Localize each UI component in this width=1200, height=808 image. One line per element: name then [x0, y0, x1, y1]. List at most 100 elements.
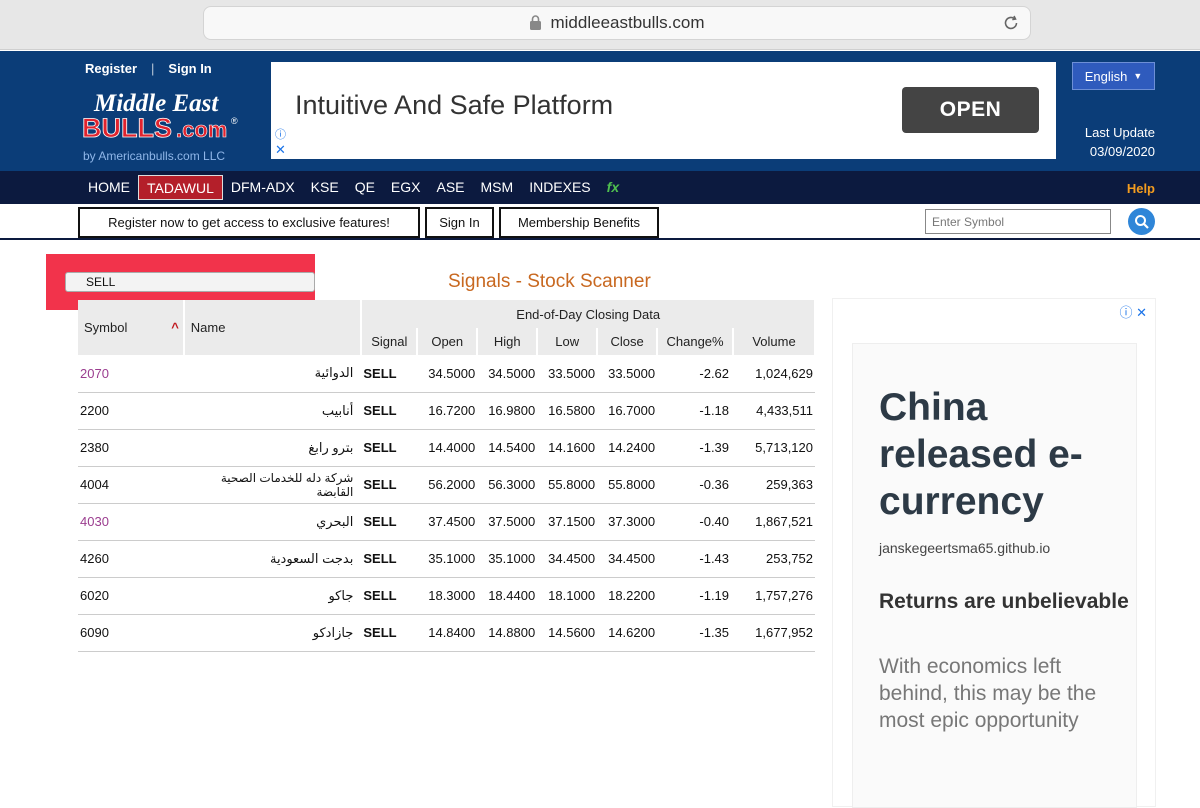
cell-name: شركة دله للخدمات الصحية القابضة — [183, 466, 362, 504]
header-close[interactable]: Close — [597, 328, 659, 355]
table-row[interactable]: 4004 شركة دله للخدمات الصحية القابضة SEL… — [78, 466, 815, 504]
language-label: English — [1084, 68, 1128, 84]
table-row[interactable]: 6020 جاكو SELL 18.3000 18.4400 18.1000 1… — [78, 577, 815, 615]
membership-benefits-button[interactable]: Membership Benefits — [499, 207, 659, 238]
sort-up-icon[interactable]: ^ — [171, 320, 179, 335]
nav-kse[interactable]: KSE — [303, 175, 347, 200]
header-signal[interactable]: Signal — [361, 328, 419, 355]
url-text: middleeastbulls.com — [550, 13, 705, 32]
header-low[interactable]: Low — [537, 328, 599, 355]
nav-dfm-adx[interactable]: DFM-ADX — [223, 175, 303, 200]
table-row[interactable]: 2070 الدوائية SELL 34.5000 34.5000 33.50… — [78, 355, 815, 393]
cell-symbol[interactable]: 2380 — [78, 429, 184, 467]
nav-indexes[interactable]: INDEXES — [521, 175, 598, 200]
cell-symbol[interactable]: 2200 — [78, 392, 184, 430]
register-promo-button[interactable]: Register now to get access to exclusive … — [78, 207, 420, 238]
side-ad[interactable]: ⓘ ✕ China released e-currency janskegeer… — [832, 298, 1156, 808]
cell-high: 14.5400 — [477, 429, 538, 467]
account-links: Register | Sign In — [85, 61, 212, 76]
svg-text:by Americanbulls.com LLC: by Americanbulls.com LLC — [83, 149, 225, 163]
last-update: Last Update 03/09/2020 — [1085, 123, 1155, 161]
cell-high: 37.5000 — [477, 503, 538, 541]
search-icon — [1134, 214, 1149, 229]
reload-icon[interactable] — [1002, 14, 1020, 32]
cell-open: 35.1000 — [417, 540, 478, 578]
cell-high: 16.9800 — [477, 392, 538, 430]
table-row[interactable]: 6090 جازادكو SELL 14.8400 14.8800 14.560… — [78, 614, 815, 652]
header-volume[interactable]: Volume — [733, 328, 816, 355]
cell-signal: SELL — [361, 577, 418, 615]
help-link[interactable]: Help — [1127, 181, 1155, 196]
nav-items: HOME TADAWUL DFM-ADX KSE QE EGX ASE MSM … — [80, 175, 627, 200]
cell-high: 56.3000 — [477, 466, 538, 504]
cell-signal: SELL — [361, 355, 418, 393]
table-row[interactable]: 2200 أنابيب SELL 16.7200 16.9800 16.5800… — [78, 392, 815, 430]
top-ad-banner[interactable]: Intuitive And Safe Platform OPEN ⓘ ✕ — [271, 62, 1056, 159]
cell-close: 14.2400 — [597, 429, 658, 467]
nav-qe[interactable]: QE — [347, 175, 383, 200]
sign-in-button[interactable]: Sign In — [425, 207, 494, 238]
cell-change: -1.19 — [657, 577, 734, 615]
header-symbol[interactable]: Symbol ^ — [78, 300, 185, 355]
cell-symbol[interactable]: 4004 — [78, 466, 184, 504]
header-group-eod: End-of-Day Closing Data — [361, 300, 816, 328]
svg-text:.com: .com — [176, 117, 227, 142]
ad-info-icon[interactable]: ⓘ — [275, 126, 286, 142]
ad-info-close-icons[interactable]: ⓘ ✕ — [1119, 302, 1147, 321]
cell-volume: 5,713,120 — [733, 429, 815, 467]
cell-change: -0.40 — [657, 503, 734, 541]
cell-symbol[interactable]: 4030 — [78, 503, 184, 541]
cell-close: 34.4500 — [597, 540, 658, 578]
header-change[interactable]: Change% — [657, 328, 735, 355]
nav-egx[interactable]: EGX — [383, 175, 429, 200]
cell-name: بترو رابغ — [183, 429, 362, 467]
lock-icon — [530, 14, 542, 30]
cell-signal: SELL — [361, 540, 418, 578]
header-high[interactable]: High — [477, 328, 539, 355]
nav-msm[interactable]: MSM — [473, 175, 522, 200]
cell-open: 18.3000 — [417, 577, 478, 615]
cell-signal: SELL — [361, 392, 418, 430]
ad-close-icon[interactable]: ✕ — [275, 142, 286, 158]
nav-tadawul[interactable]: TADAWUL — [138, 175, 223, 200]
search-button[interactable] — [1128, 208, 1155, 235]
svg-text:®: ® — [231, 116, 238, 126]
cell-symbol[interactable]: 2070 — [78, 355, 184, 393]
ad-open-button[interactable]: OPEN — [902, 87, 1039, 133]
cell-symbol[interactable]: 4260 — [78, 540, 184, 578]
table-row[interactable]: 4030 البحري SELL 37.4500 37.5000 37.1500… — [78, 503, 815, 541]
cell-low: 14.5600 — [537, 614, 598, 652]
cell-close: 14.6200 — [597, 614, 658, 652]
cell-change: -2.62 — [657, 355, 734, 393]
cell-change: -1.43 — [657, 540, 734, 578]
site-logo[interactable]: Middle East BULLS .com ® by Americanbull… — [80, 89, 250, 167]
cell-signal: SELL — [361, 429, 418, 467]
cell-symbol[interactable]: 6020 — [78, 577, 184, 615]
address-bar[interactable]: middleeastbulls.com — [203, 6, 1031, 40]
signal-filter-select[interactable]: SELL — [65, 272, 315, 292]
cell-symbol[interactable]: 6090 — [78, 614, 184, 652]
header-name[interactable]: Name — [183, 300, 363, 355]
cell-signal: SELL — [361, 466, 418, 504]
cell-close: 37.3000 — [597, 503, 658, 541]
sign-in-link[interactable]: Sign In — [168, 61, 211, 76]
register-link[interactable]: Register — [85, 61, 137, 76]
cell-change: -0.36 — [657, 466, 734, 504]
cell-open: 56.2000 — [417, 466, 478, 504]
cell-open: 34.5000 — [417, 355, 478, 393]
cell-volume: 1,677,952 — [733, 614, 815, 652]
table-row[interactable]: 2380 بترو رابغ SELL 14.4000 14.5400 14.1… — [78, 429, 815, 467]
language-selector[interactable]: English ▼ — [1072, 62, 1155, 90]
cell-low: 18.1000 — [537, 577, 598, 615]
cell-high: 18.4400 — [477, 577, 538, 615]
symbol-search-input[interactable]: Enter Symbol — [925, 209, 1111, 234]
side-ad-card[interactable]: China released e-currency janskegeertsma… — [852, 343, 1137, 808]
cell-low: 16.5800 — [537, 392, 598, 430]
header-open[interactable]: Open — [417, 328, 479, 355]
nav-ase[interactable]: ASE — [429, 175, 473, 200]
nav-fx[interactable]: fx — [599, 175, 627, 200]
cell-signal: SELL — [361, 614, 418, 652]
cell-low: 55.8000 — [537, 466, 598, 504]
table-row[interactable]: 4260 بدجت السعودية SELL 35.1000 35.1000 … — [78, 540, 815, 578]
nav-home[interactable]: HOME — [80, 175, 138, 200]
